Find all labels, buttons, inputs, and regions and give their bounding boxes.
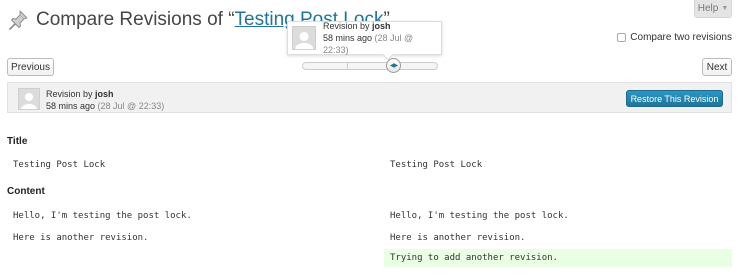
tooltip-prefix: Revision by xyxy=(322,21,372,31)
title-heading: Title xyxy=(7,136,28,147)
compare-label: Compare two revisions xyxy=(630,32,732,43)
diff-content-left-line: Here is another revision. xyxy=(13,233,149,243)
page-title-prefix: Compare Revisions of “ xyxy=(36,9,235,30)
restore-revision-button[interactable]: Restore This Revision xyxy=(626,90,723,107)
revision-author: josh xyxy=(95,89,114,99)
slider-tick xyxy=(347,62,348,70)
tooltip-author: josh xyxy=(372,21,391,31)
avatar-placeholder-icon xyxy=(18,88,40,110)
revision-prefix: Revision by xyxy=(46,89,96,99)
revision-tooltip: Revision by josh 58 mins ago (28 Jul @ 2… xyxy=(287,21,442,55)
compare-two-revisions[interactable]: Compare two revisions xyxy=(617,32,732,43)
diff-title-left: Testing Post Lock xyxy=(13,160,106,170)
next-button[interactable]: Next xyxy=(702,58,732,76)
avatar-placeholder-icon xyxy=(292,26,316,50)
compare-checkbox[interactable] xyxy=(617,33,627,42)
revision-time: 58 mins ago xyxy=(46,101,96,111)
tooltip-time: 58 mins ago xyxy=(322,33,372,43)
arrows-icon: ◀▶ xyxy=(389,63,398,69)
previous-button[interactable]: Previous xyxy=(7,58,54,76)
slider-handle[interactable]: ◀▶ xyxy=(386,58,401,73)
diff-title-right: Testing Post Lock xyxy=(390,160,483,170)
revision-slider[interactable] xyxy=(302,62,438,70)
pushpin-icon xyxy=(6,9,30,31)
help-label: Help xyxy=(697,3,719,14)
revision-info-text: Revision by josh 58 mins ago (28 Jul @ 2… xyxy=(46,88,164,112)
diff-content-left-line: Hello, I'm testing the post lock. xyxy=(13,211,192,221)
help-tab-button[interactable]: Help ▼ xyxy=(694,0,732,18)
tooltip-text: Revision by josh 58 mins ago (28 Jul @ 2… xyxy=(323,20,441,56)
diff-content-right-line: Hello, I'm testing the post lock. xyxy=(390,211,569,221)
diff-content-right-line: Here is another revision. xyxy=(390,233,526,243)
chevron-down-icon: ▼ xyxy=(721,5,729,12)
content-heading: Content xyxy=(7,186,45,197)
revision-date: (28 Jul @ 22:33) xyxy=(97,101,165,111)
revision-info-bar: Revision by josh 58 mins ago (28 Jul @ 2… xyxy=(7,82,732,113)
diff-added-line: Trying to add another revision. xyxy=(384,249,732,267)
